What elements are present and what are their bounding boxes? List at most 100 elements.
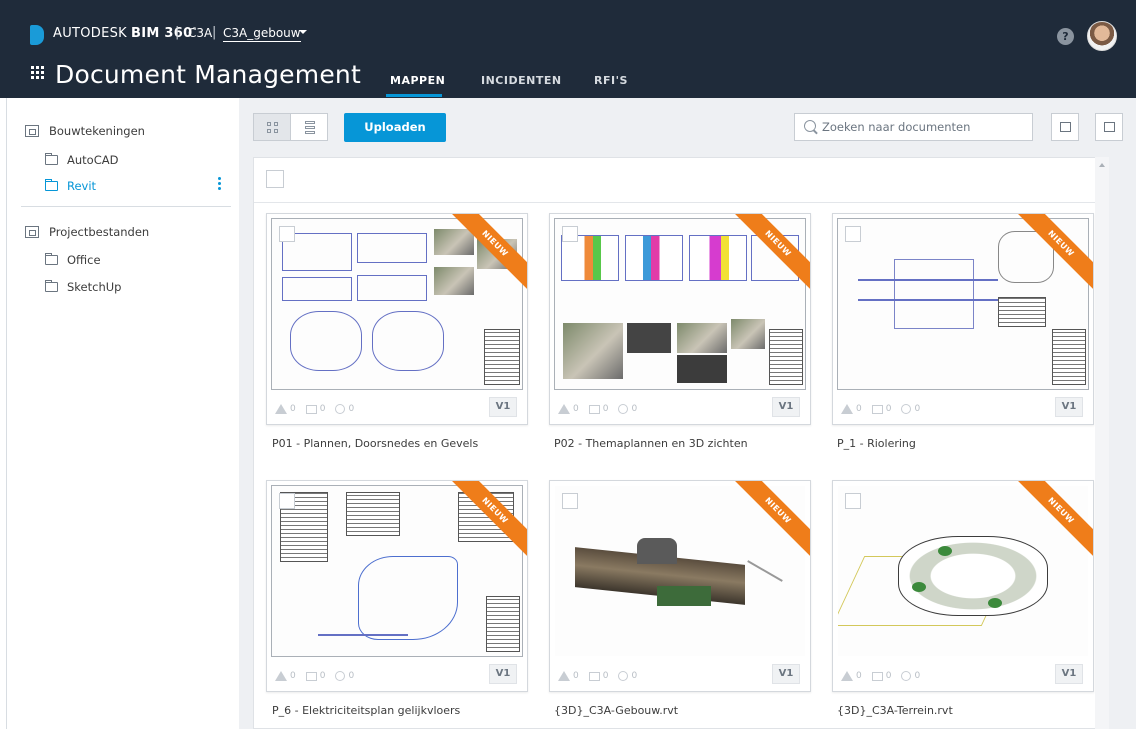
approvals-icon — [335, 404, 346, 414]
approvals-icon — [618, 671, 629, 681]
version-badge[interactable]: V1 — [489, 397, 517, 417]
tree-item-autocad[interactable]: AutoCAD — [45, 153, 118, 167]
document-name[interactable]: P01 - Plannen, Doorsnedes en Gevels — [272, 437, 478, 450]
approvals-count: 0 — [348, 404, 355, 414]
markups-count: 0 — [885, 404, 892, 414]
tree-item-projectbestanden[interactable]: Projectbestanden — [25, 225, 149, 239]
header-separator: | — [175, 25, 180, 40]
tab-incidenten[interactable]: INCIDENTEN — [481, 74, 562, 87]
document-checkbox[interactable] — [279, 493, 295, 509]
document-card[interactable]: NIEUW 0 0 0 V1 — [832, 213, 1094, 425]
document-name[interactable]: P_1 - Riolering — [837, 437, 916, 450]
folder-icon — [45, 153, 58, 165]
approvals-count: 0 — [348, 671, 355, 681]
bim360-logo-icon[interactable] — [30, 25, 44, 45]
document-card[interactable]: NIEUW 0 0 0 V1 — [549, 480, 811, 692]
document-checkbox[interactable] — [562, 226, 578, 242]
document-card[interactable]: NIEUW 0 0 0 V1 — [266, 480, 528, 692]
app-launcher-icon[interactable] — [31, 66, 45, 80]
list-view-button[interactable] — [290, 113, 328, 141]
chevron-down-icon[interactable] — [299, 30, 307, 34]
search-box[interactable] — [794, 113, 1033, 141]
tree-item-label: Bouwtekeningen — [49, 124, 145, 138]
issues-count: 0 — [573, 404, 579, 414]
document-checkbox[interactable] — [845, 493, 861, 509]
grid-view-button[interactable] — [253, 113, 291, 141]
issues-count: 0 — [290, 404, 296, 414]
document-name[interactable]: P02 - Themaplannen en 3D zichten — [554, 437, 748, 450]
document-stats: 0 0 0 — [841, 404, 930, 414]
approvals-count: 0 — [914, 404, 921, 414]
search-input[interactable] — [822, 114, 1027, 140]
version-badge[interactable]: V1 — [1055, 397, 1083, 417]
folder-selector[interactable]: C3A_gebouw — [223, 26, 301, 42]
tree-item-label: Projectbestanden — [49, 225, 150, 239]
user-avatar[interactable] — [1087, 21, 1117, 51]
top-header: AUTODESK BIM 360° | C3A | C3A_gebouw ? Do… — [0, 0, 1136, 98]
issues-icon — [275, 404, 287, 414]
document-card[interactable]: NIEUW 0 0 0 V1 — [266, 213, 528, 425]
brand-autodesk: AUTODESK — [53, 26, 127, 41]
document-checkbox[interactable] — [279, 226, 295, 242]
tree-item-office[interactable]: Office — [45, 253, 101, 267]
document-name[interactable]: {3D}_C3A-Terrein.rvt — [837, 704, 953, 717]
document-stats: 0 0 0 — [275, 404, 364, 414]
markups-count: 0 — [319, 671, 326, 681]
tree-item-label: Office — [67, 253, 101, 267]
tab-rfis[interactable]: RFI'S — [594, 74, 628, 87]
issues-count: 0 — [856, 671, 862, 681]
version-badge[interactable]: V1 — [772, 397, 800, 417]
select-all-checkbox[interactable] — [266, 170, 284, 188]
folder-icon — [45, 280, 58, 292]
help-icon[interactable]: ? — [1057, 28, 1074, 45]
document-stats: 0 0 0 — [275, 671, 364, 681]
approvals-icon — [335, 671, 346, 681]
approvals-count: 0 — [631, 671, 638, 681]
tree-item-bouwtekeningen[interactable]: Bouwtekeningen — [25, 124, 145, 138]
version-badge[interactable]: V1 — [489, 664, 517, 684]
approvals-count: 0 — [631, 404, 638, 414]
brand-bim: BIM 360 — [130, 26, 193, 41]
tree-item-label: SketchUp — [67, 280, 122, 294]
approvals-icon — [901, 671, 912, 681]
document-card[interactable]: NIEUW 0 0 0 V1 — [549, 213, 811, 425]
folder-icon — [45, 179, 58, 191]
approvals-icon — [618, 404, 629, 414]
markups-icon — [305, 404, 317, 414]
approvals-count: 0 — [914, 671, 921, 681]
document-stats: 0 0 0 — [841, 671, 930, 681]
folder-icon — [45, 253, 58, 265]
project-name: C3A — [188, 26, 213, 40]
tree-item-revit[interactable]: Revit — [45, 179, 96, 193]
scrollbar[interactable] — [1095, 157, 1109, 729]
issues-count: 0 — [290, 671, 296, 681]
markups-count: 0 — [602, 404, 609, 414]
more-options-icon[interactable] — [218, 177, 222, 191]
tab-mappen[interactable]: MAPPEN — [390, 74, 445, 87]
tree-item-sketchup[interactable]: SketchUp — [45, 280, 121, 294]
version-badge[interactable]: V1 — [772, 664, 800, 684]
document-card[interactable]: NIEUW 0 0 0 V1 — [832, 480, 1094, 692]
tree-item-label: AutoCAD — [67, 153, 119, 167]
grid-divider — [254, 202, 1104, 203]
issues-icon — [558, 671, 570, 681]
version-badge[interactable]: V1 — [1055, 664, 1083, 684]
document-name[interactable]: P_6 - Elektriciteitsplan gelijkvloers — [272, 704, 460, 717]
export-button[interactable] — [1095, 113, 1123, 141]
document-checkbox[interactable] — [845, 226, 861, 242]
new-folder-button[interactable] — [1051, 113, 1079, 141]
issues-icon — [275, 671, 287, 681]
markups-icon — [871, 404, 883, 414]
export-icon — [1104, 122, 1115, 132]
upload-button[interactable]: Uploaden — [344, 113, 446, 142]
markups-icon — [588, 671, 600, 681]
project-folder-icon — [25, 125, 39, 137]
markups-count: 0 — [602, 671, 609, 681]
document-name[interactable]: {3D}_C3A-Gebouw.rvt — [554, 704, 678, 717]
document-checkbox[interactable] — [562, 493, 578, 509]
header-separator: | — [212, 25, 217, 40]
sidebar-divider — [21, 206, 231, 207]
project-folder-icon — [25, 226, 39, 238]
app-title: Document Management — [55, 60, 361, 89]
issues-icon — [841, 404, 853, 414]
